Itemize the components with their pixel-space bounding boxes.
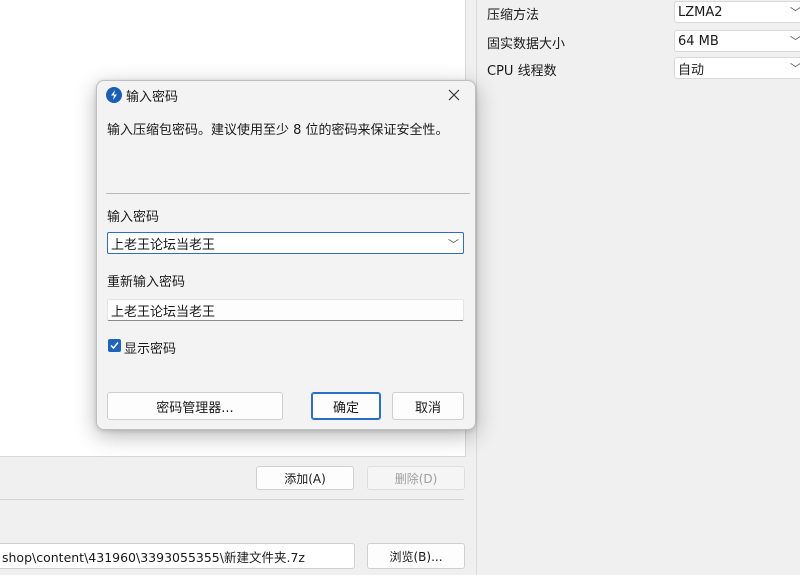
- password-manager-button[interactable]: 密码管理器...: [107, 392, 283, 420]
- chevron-down-icon: ﹀: [790, 35, 800, 48]
- section-divider: [0, 499, 464, 500]
- show-password-checkbox[interactable]: [108, 339, 121, 352]
- solid-block-size-label: 固实数据大小: [487, 37, 566, 52]
- password-value: 上老王论坛当老王: [111, 237, 216, 253]
- compression-method-label: 压缩方法: [487, 8, 540, 23]
- compression-method-value: LZMA2: [678, 4, 723, 20]
- reenter-password-field[interactable]: 上老王论坛当老王: [107, 299, 464, 321]
- cpu-threads-select[interactable]: 自动 ﹀: [674, 57, 800, 79]
- solid-block-size-select[interactable]: 64 MB ﹀: [674, 30, 800, 52]
- dialog-description: 输入压缩包密码。建议使用至少 8 位的密码来保证安全性。: [107, 123, 449, 138]
- app-icon: [106, 87, 122, 103]
- solid-block-size-value: 64 MB: [678, 33, 719, 49]
- archive-path-value: shop\content\431960\3393055355\新建文件夹.7z: [2, 549, 305, 565]
- browse-button[interactable]: 浏览(B)...: [367, 543, 465, 569]
- dialog-divider: [106, 193, 470, 194]
- cancel-button[interactable]: 取消: [392, 392, 464, 420]
- chevron-down-icon: ﹀: [790, 62, 800, 75]
- archive-path-field[interactable]: shop\content\431960\3393055355\新建文件夹.7z: [0, 543, 355, 569]
- cpu-threads-value: 自动: [678, 62, 705, 78]
- show-password-label[interactable]: 显示密码: [124, 338, 176, 357]
- reenter-password-label: 重新输入密码: [107, 275, 186, 290]
- chevron-down-icon: ﹀: [790, 6, 800, 19]
- cpu-threads-label: CPU 线程数: [487, 64, 557, 79]
- check-icon: [110, 342, 119, 350]
- panel-divider: [476, 0, 477, 575]
- dialog-title: 输入密码: [126, 90, 179, 105]
- password-combobox[interactable]: 上老王论坛当老王 ﹀: [107, 232, 464, 254]
- ok-button[interactable]: 确定: [311, 392, 381, 420]
- chevron-down-icon[interactable]: ﹀: [448, 236, 459, 252]
- delete-button[interactable]: 删除(D): [367, 466, 465, 490]
- password-label: 输入密码: [107, 210, 160, 225]
- compression-method-select[interactable]: LZMA2 ﹀: [674, 1, 800, 23]
- enter-password-dialog: 输入密码 输入压缩包密码。建议使用至少 8 位的密码来保证安全性。 输入密码 上…: [96, 80, 476, 430]
- reenter-password-value: 上老王论坛当老王: [111, 304, 216, 320]
- add-button[interactable]: 添加(A): [256, 466, 354, 490]
- close-icon[interactable]: [441, 83, 467, 107]
